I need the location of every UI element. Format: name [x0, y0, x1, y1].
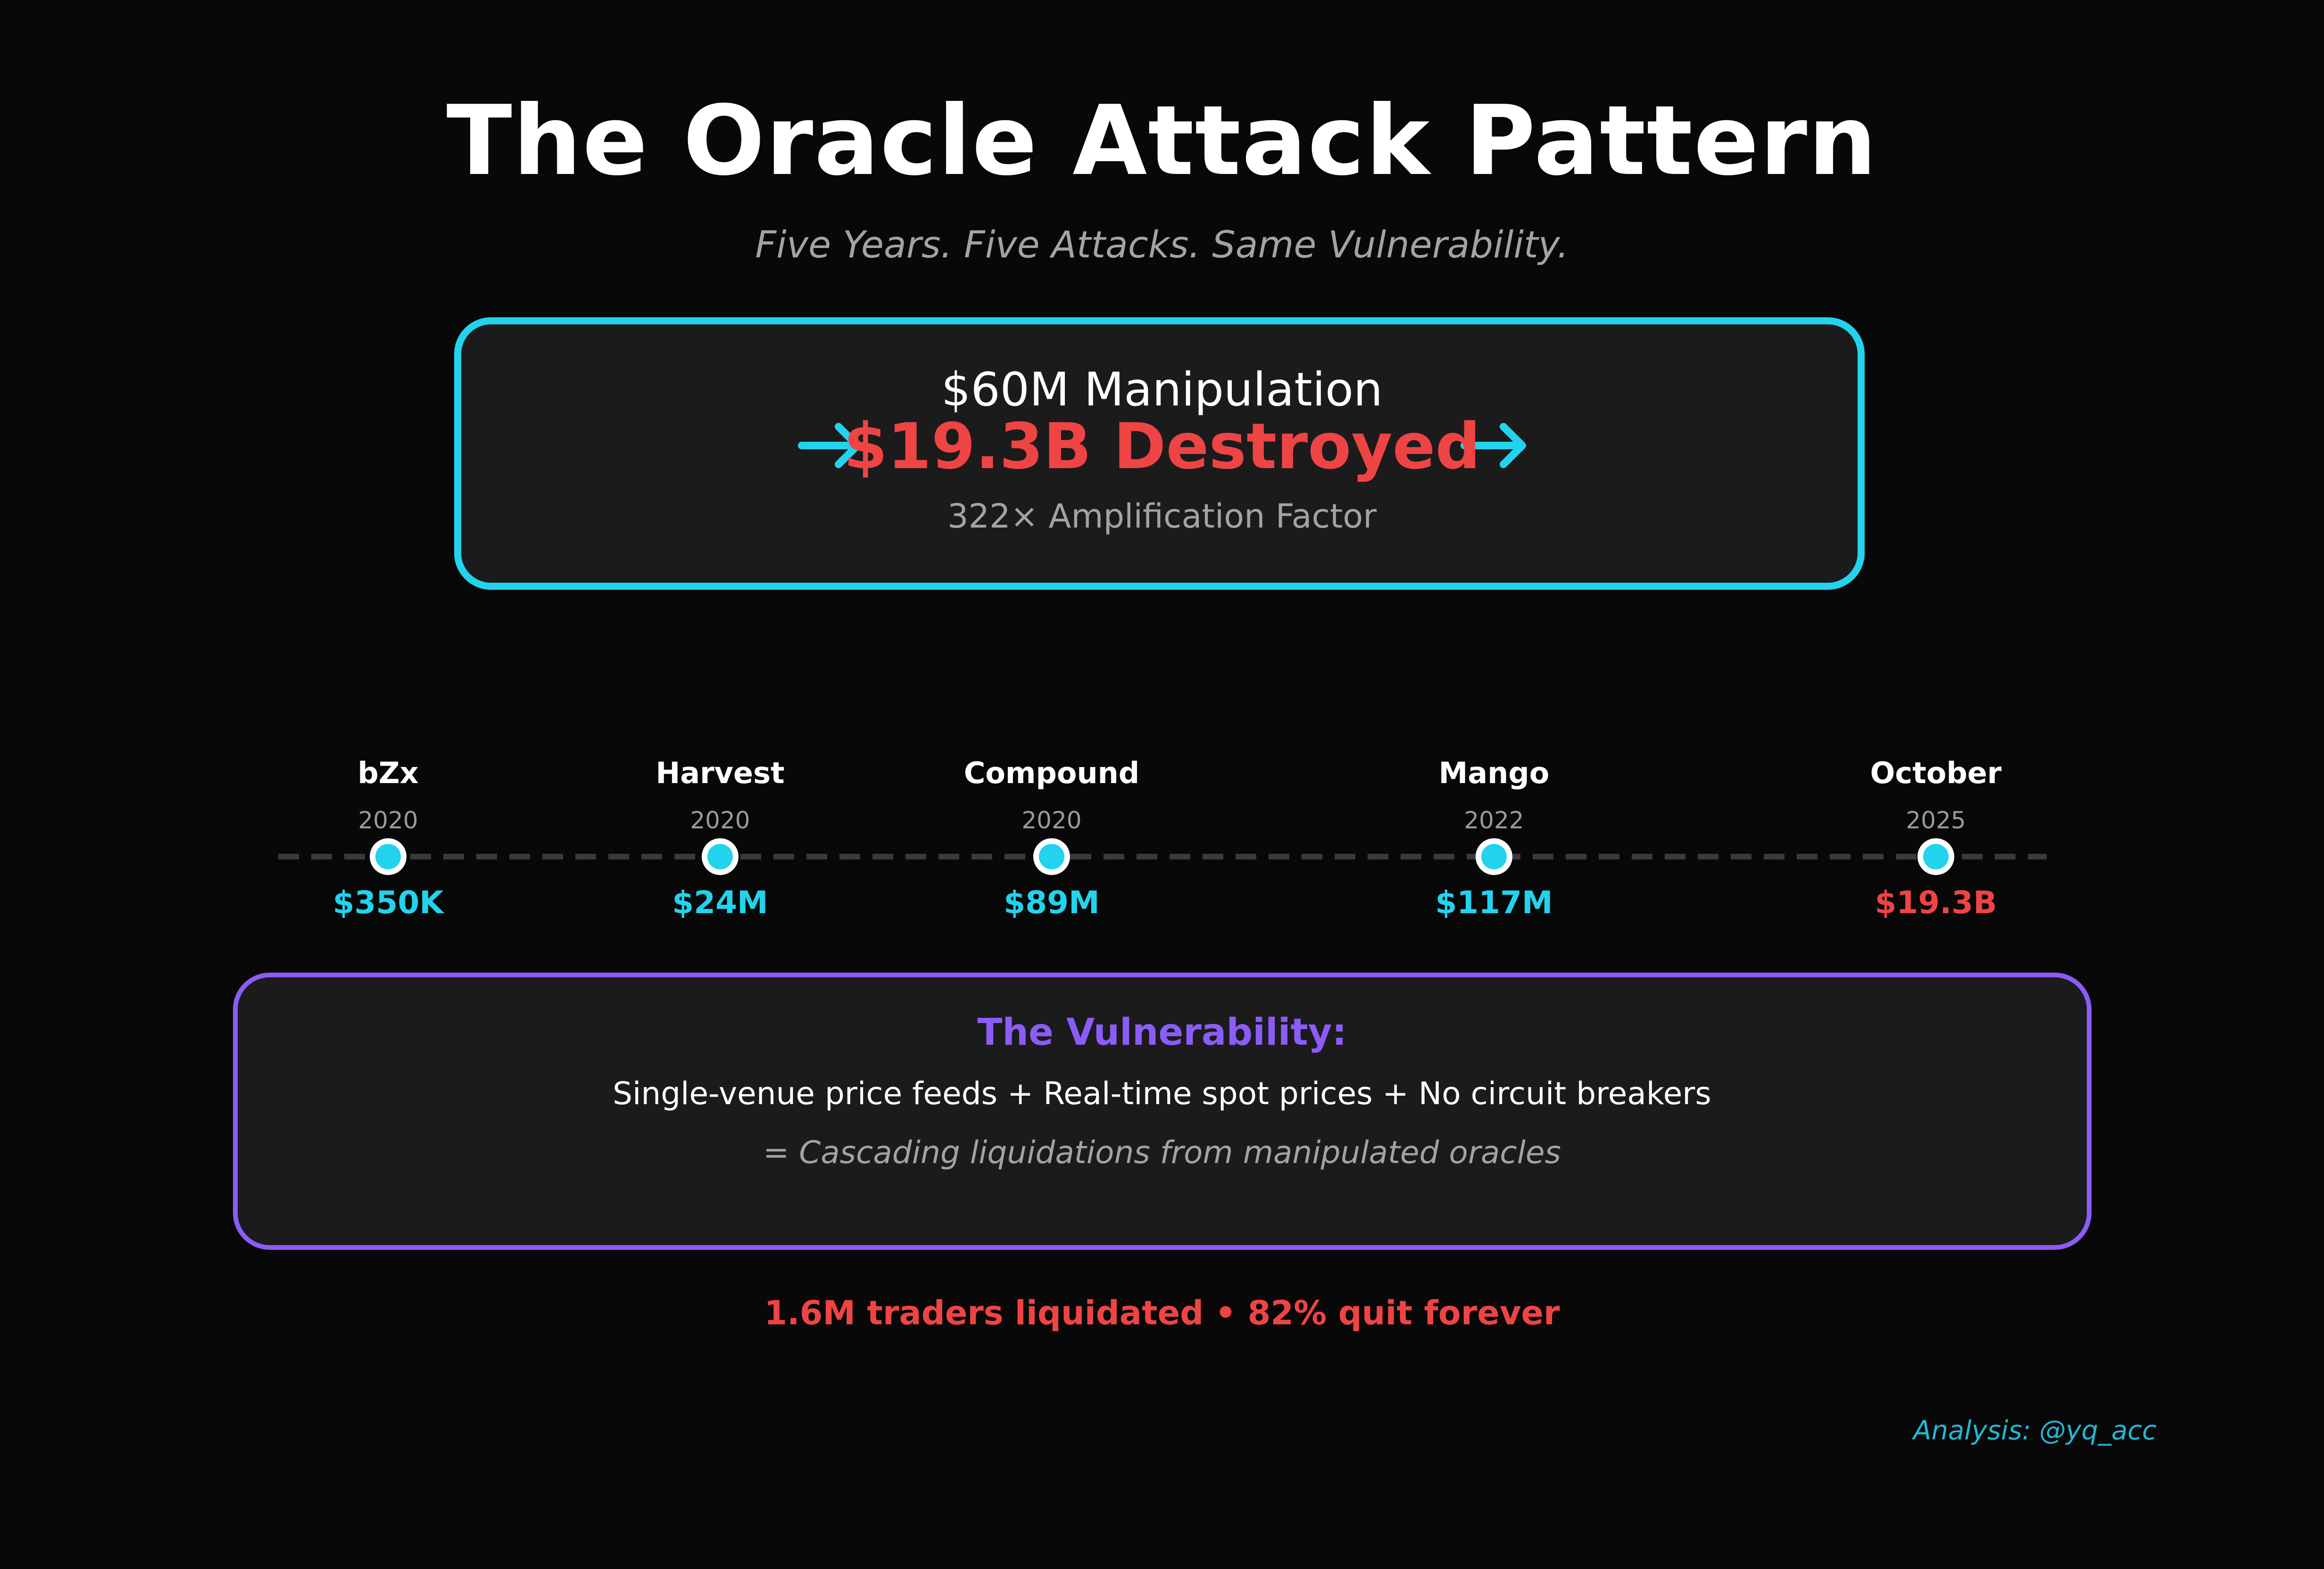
vulnerability-causes: Single-venue price feeds + Real-time spo… [613, 1075, 1711, 1112]
event-name: October [1870, 756, 2002, 790]
timeline-dot-harvest [702, 838, 739, 875]
event-year: 2020 [358, 807, 418, 834]
event-year: 2020 [1021, 807, 1082, 834]
event-year: 2020 [690, 807, 750, 834]
event-name: Compound [963, 756, 1140, 790]
event-name: Harvest [656, 756, 785, 790]
event-amount: $350K [332, 884, 444, 921]
event-amount: $24M [672, 884, 768, 921]
timeline-dot-compound [1033, 838, 1070, 875]
vulnerability-result: = Cascading liquidations from manipulate… [763, 1134, 1561, 1171]
timeline-dot-mango [1476, 838, 1512, 875]
event-name: bZx [357, 756, 419, 790]
event-year: 2022 [1464, 807, 1524, 834]
vulnerability-title: The Vulnerability: [977, 1011, 1347, 1054]
timeline-dot-october [1917, 838, 1954, 875]
event-name: Mango [1438, 756, 1550, 790]
event-amount: $19.3B [1875, 884, 1997, 921]
timeline-dot-bzx [370, 838, 407, 875]
event-amount: $89M [1004, 884, 1100, 921]
footer-stats: 1.6M traders liquidated • 82% quit forev… [764, 1294, 1560, 1332]
event-amount: $117M [1435, 884, 1553, 921]
analysis-credit: Analysis: @yq_acc [1913, 1415, 2157, 1446]
event-year: 2025 [1906, 807, 1966, 834]
